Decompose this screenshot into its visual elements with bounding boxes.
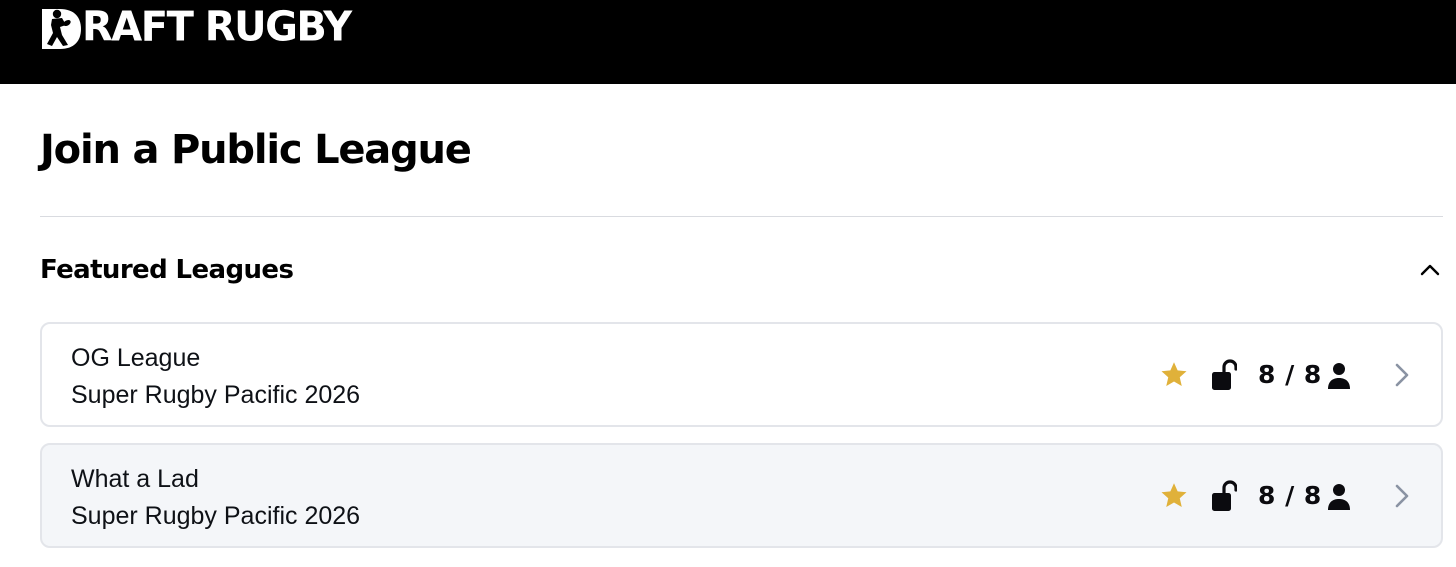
section-title: Featured Leagues — [40, 255, 294, 285]
league-card-what-a-lad[interactable]: What a Lad Super Rugby Pacific 2026 8 / … — [40, 443, 1443, 548]
league-meta: 8 / 8 — [1141, 445, 1441, 546]
divider — [40, 216, 1443, 217]
member-count: 8 / 8 — [1258, 481, 1322, 510]
star-icon — [1161, 483, 1187, 507]
league-competition: Super Rugby Pacific 2026 — [71, 502, 361, 530]
league-meta: 8 / 8 — [1141, 324, 1441, 425]
league-competition: Super Rugby Pacific 2026 — [71, 381, 361, 409]
brand-name: RAFT RUGBY — [82, 3, 352, 51]
unlocked-padlock-icon — [1212, 359, 1237, 390]
star-icon — [1161, 362, 1187, 386]
member-count: 8 / 8 — [1258, 360, 1322, 389]
person-icon — [1328, 363, 1350, 389]
featured-leagues-header[interactable]: Featured Leagues — [40, 250, 1440, 290]
league-name: What a Lad — [71, 465, 199, 493]
league-name: OG League — [71, 344, 201, 372]
unlocked-padlock-icon — [1212, 480, 1237, 511]
draft-rugby-logo[interactable]: RAFT RUGBY — [40, 3, 352, 51]
rugby-player-d-logo-icon — [42, 9, 81, 49]
league-card-og-league[interactable]: OG League Super Rugby Pacific 2026 8 / 8 — [40, 322, 1443, 427]
chevron-right-icon[interactable] — [1393, 482, 1411, 510]
person-icon — [1328, 484, 1350, 510]
chevron-right-icon[interactable] — [1393, 361, 1411, 389]
page-title: Join a Public League — [40, 127, 472, 173]
chevron-up-icon[interactable] — [1418, 258, 1442, 282]
top-bar: RAFT RUGBY — [0, 0, 1456, 84]
